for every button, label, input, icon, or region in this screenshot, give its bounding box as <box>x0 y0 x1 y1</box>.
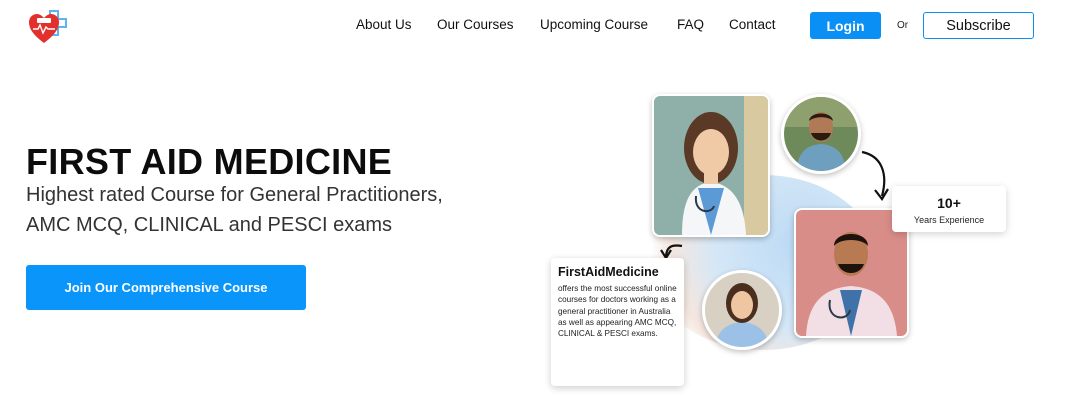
female-doctor-photo <box>652 94 770 237</box>
male-doctor-photo-top <box>781 94 861 174</box>
info-card-body: offers the most successful online course… <box>558 284 677 339</box>
or-separator: Or <box>897 20 909 31</box>
experience-stat-card: 10+ Years Experience <box>892 186 1006 232</box>
hero-subtitle-line1: Highest rated Course for General Practit… <box>26 184 443 206</box>
logo[interactable] <box>28 7 68 45</box>
heart-medical-cross-icon <box>29 10 67 43</box>
nav-upcoming-course[interactable]: Upcoming Course <box>540 17 648 35</box>
info-card-title: FirstAidMedicine <box>558 265 659 279</box>
about-info-card: FirstAidMedicine offers the most success… <box>551 258 684 386</box>
curved-arrow-icon <box>861 150 889 201</box>
nav-about-us[interactable]: About Us <box>356 17 412 35</box>
hero-title: FIRST AID MEDICINE <box>26 141 393 182</box>
join-course-button[interactable]: Join Our Comprehensive Course <box>26 265 306 310</box>
nav-contact[interactable]: Contact <box>729 17 776 35</box>
subscribe-button[interactable]: Subscribe <box>923 12 1034 39</box>
login-button[interactable]: Login <box>810 12 881 39</box>
nav-faq[interactable]: FAQ <box>677 17 704 35</box>
experience-label: Years Experience <box>913 215 985 225</box>
nav-our-courses[interactable]: Our Courses <box>437 17 514 35</box>
female-doctor-photo-small <box>702 270 782 350</box>
hero-subtitle-line2: AMC MCQ, CLINICAL and PESCI exams <box>26 214 393 236</box>
experience-value: 10+ <box>937 195 961 211</box>
